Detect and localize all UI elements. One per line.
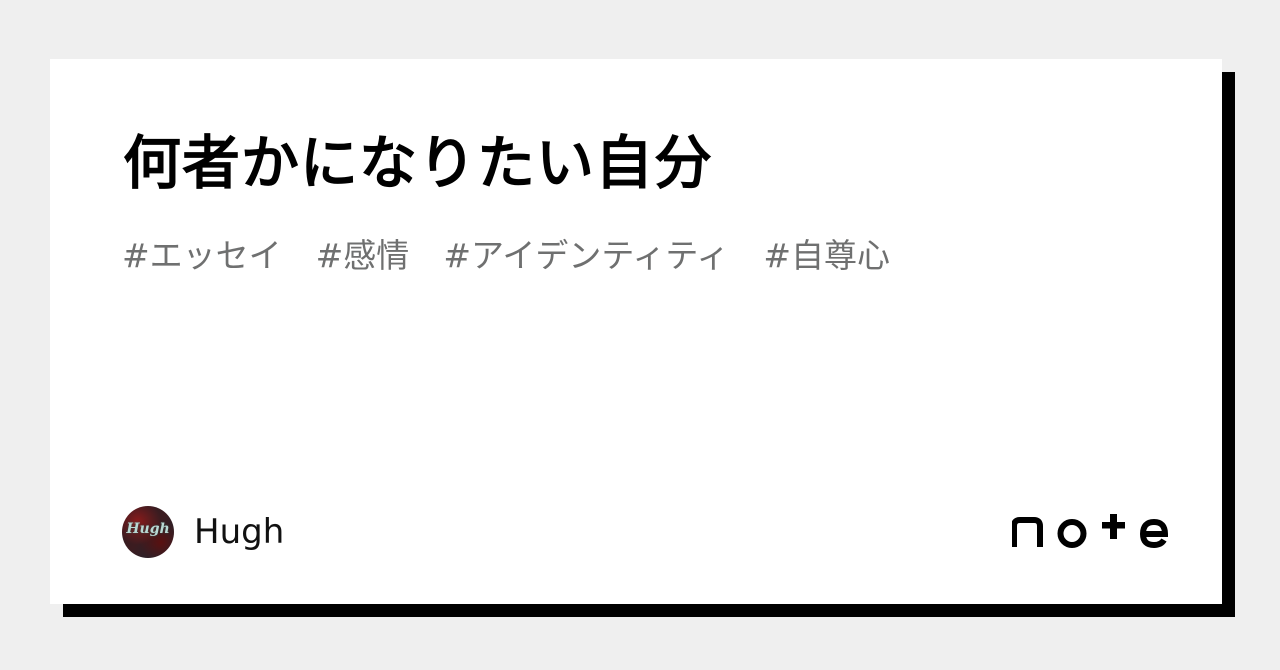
author-info[interactable]: Hugh Hugh xyxy=(122,506,284,558)
tag-self-esteem[interactable]: #自尊心 xyxy=(763,229,890,277)
note-logo-icon[interactable] xyxy=(1012,514,1168,548)
logo-letter-o xyxy=(1057,519,1087,548)
tag-identity[interactable]: #アイデンティティ xyxy=(443,229,729,277)
article-card[interactable]: 何者かになりたい自分 #エッセイ #感情 #アイデンティティ #自尊心 Hugh… xyxy=(50,59,1222,604)
author-name[interactable]: Hugh xyxy=(194,512,284,552)
logo-letter-e xyxy=(1139,518,1168,548)
avatar[interactable]: Hugh xyxy=(122,506,174,558)
logo-letter-n xyxy=(1012,517,1043,547)
tag-list: #エッセイ #感情 #アイデンティティ #自尊心 xyxy=(122,229,890,277)
article-title: 何者かになりたい自分 xyxy=(123,129,714,197)
avatar-text: Hugh xyxy=(126,521,170,537)
tag-essay[interactable]: #エッセイ xyxy=(122,229,282,277)
logo-letter-t-horizontal xyxy=(1102,522,1125,529)
tag-emotion[interactable]: #感情 xyxy=(316,229,410,277)
